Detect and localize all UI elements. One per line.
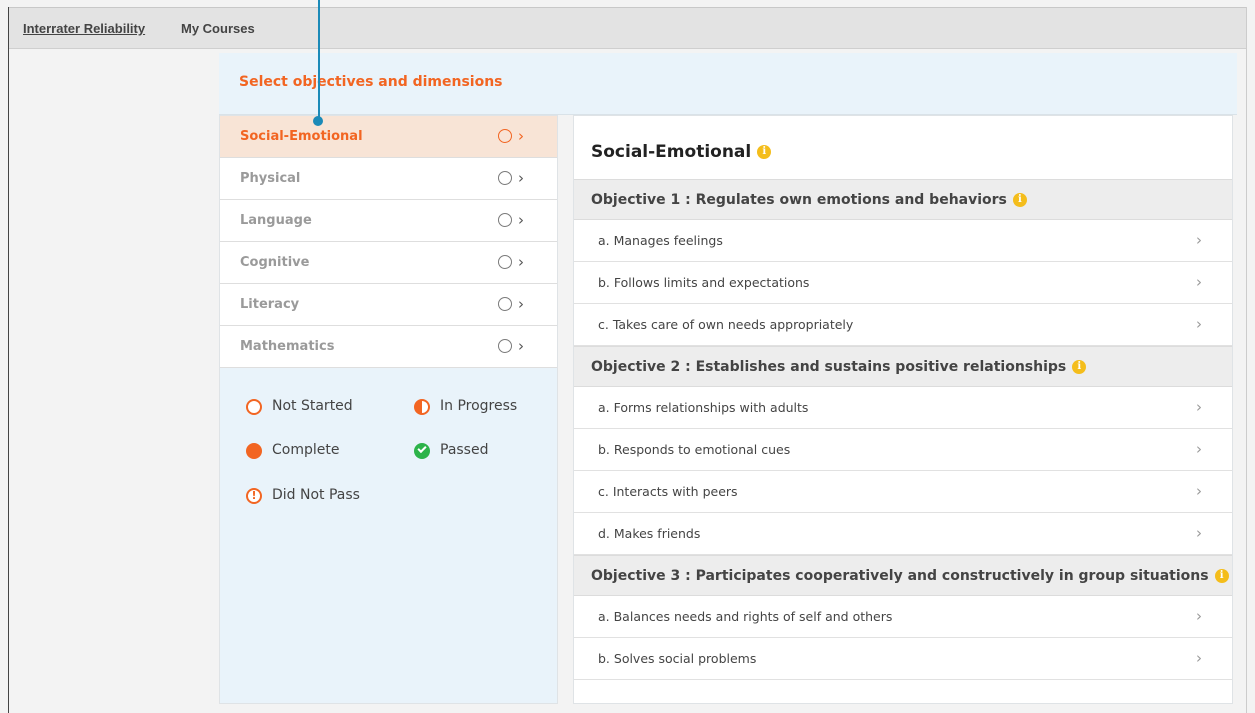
dimension-label: a. Manages feelings bbox=[598, 233, 723, 248]
check-circle-icon bbox=[414, 443, 430, 459]
chevron-right-icon: › bbox=[1196, 315, 1202, 333]
chevron-right-icon: › bbox=[1196, 273, 1202, 291]
dimension-label: a. Balances needs and rights of self and… bbox=[598, 609, 893, 624]
domain-label: Physical bbox=[240, 171, 301, 186]
domain-label: Literacy bbox=[240, 297, 300, 312]
legend-label: Did Not Pass bbox=[272, 487, 360, 503]
dimension-row[interactable]: b. Responds to emotional cues › bbox=[574, 429, 1232, 471]
domain-item-literacy[interactable]: Literacy › bbox=[220, 284, 557, 326]
domain-item-physical[interactable]: Physical › bbox=[220, 158, 557, 200]
chevron-right-icon: › bbox=[518, 337, 524, 355]
callout-pointer-line bbox=[318, 0, 320, 120]
info-icon[interactable] bbox=[1072, 360, 1087, 374]
chevron-right-icon: › bbox=[518, 211, 524, 229]
panel-title-text: Social-Emotional bbox=[591, 142, 752, 162]
objective-header-2: Objective 2 : Establishes and sustains p… bbox=[574, 346, 1232, 387]
legend-label: In Progress bbox=[440, 398, 518, 414]
dimension-label: b. Solves social problems bbox=[598, 651, 757, 666]
circle-outline-icon bbox=[498, 171, 512, 185]
circle-outline-icon bbox=[498, 129, 512, 143]
chevron-right-icon: › bbox=[1196, 231, 1202, 249]
chevron-right-icon: › bbox=[518, 253, 524, 271]
objective-title: Objective 3 : Participates cooperatively… bbox=[591, 568, 1229, 584]
dimension-row[interactable]: a. Forms relationships with adults › bbox=[574, 387, 1232, 429]
circle-outline-icon bbox=[498, 255, 512, 269]
domain-item-social-emotional[interactable]: Social-Emotional › bbox=[220, 116, 557, 158]
dimension-row[interactable]: d. Makes friends › bbox=[574, 513, 1232, 555]
objective-title: Objective 2 : Establishes and sustains p… bbox=[591, 359, 1087, 375]
info-icon[interactable] bbox=[1012, 193, 1027, 207]
info-icon[interactable] bbox=[1214, 569, 1229, 583]
legend-label: Not Started bbox=[272, 398, 353, 414]
legend-label: Passed bbox=[440, 442, 489, 458]
objective-header-1: Objective 1 : Regulates own emotions and… bbox=[574, 179, 1232, 220]
dimension-row[interactable]: c. Interacts with peers › bbox=[574, 471, 1232, 513]
objective-title: Objective 1 : Regulates own emotions and… bbox=[591, 192, 1027, 208]
complete-icon bbox=[246, 443, 262, 459]
chevron-right-icon: › bbox=[1196, 649, 1202, 667]
nav-link-my-courses[interactable]: My Courses bbox=[181, 21, 255, 36]
domain-label: Cognitive bbox=[240, 255, 310, 270]
callout-pointer-dot bbox=[313, 116, 323, 126]
panel-title: Social-Emotional bbox=[591, 142, 772, 162]
dimension-label: c. Takes care of own needs appropriately bbox=[598, 317, 854, 332]
window-border-right bbox=[1246, 7, 1247, 713]
chevron-right-icon: › bbox=[518, 169, 524, 187]
in-progress-icon bbox=[414, 399, 430, 415]
chevron-right-icon: › bbox=[1196, 524, 1202, 542]
alert-circle-icon bbox=[246, 488, 262, 504]
window-border-left bbox=[8, 7, 9, 713]
dimension-row[interactable]: b. Solves social problems › bbox=[574, 638, 1232, 680]
not-started-icon bbox=[246, 399, 262, 415]
dimension-label: c. Interacts with peers bbox=[598, 484, 738, 499]
dimension-row[interactable]: c. Takes care of own needs appropriately… bbox=[574, 304, 1232, 346]
domain-item-mathematics[interactable]: Mathematics › bbox=[220, 326, 557, 368]
chevron-right-icon: › bbox=[1196, 398, 1202, 416]
dimension-row[interactable]: a. Balances needs and rights of self and… bbox=[574, 596, 1232, 638]
domain-sidebar: Social-Emotional › Physical › Language ›… bbox=[219, 115, 558, 704]
top-navigation: Interrater Reliability My Courses bbox=[9, 7, 1246, 49]
circle-outline-icon bbox=[498, 297, 512, 311]
circle-outline-icon bbox=[498, 213, 512, 227]
chevron-right-icon: › bbox=[1196, 440, 1202, 458]
objective-header-3: Objective 3 : Participates cooperatively… bbox=[574, 555, 1232, 596]
domain-label: Language bbox=[240, 213, 312, 228]
dimension-label: b. Follows limits and expectations bbox=[598, 275, 810, 290]
info-icon[interactable] bbox=[757, 145, 772, 159]
chevron-right-icon: › bbox=[1196, 482, 1202, 500]
domain-label: Mathematics bbox=[240, 339, 335, 354]
dimension-label: a. Forms relationships with adults bbox=[598, 400, 809, 415]
legend-label: Complete bbox=[272, 442, 340, 458]
dimension-label: d. Makes friends bbox=[598, 526, 701, 541]
objectives-panel: Social-Emotional Objective 1 : Regulates… bbox=[573, 115, 1233, 704]
domain-list: Social-Emotional › Physical › Language ›… bbox=[220, 116, 557, 368]
domain-item-cognitive[interactable]: Cognitive › bbox=[220, 242, 557, 284]
chevron-right-icon: › bbox=[518, 295, 524, 313]
domain-item-language[interactable]: Language › bbox=[220, 200, 557, 242]
selection-header: Select objectives and dimensions bbox=[219, 53, 1237, 115]
dimension-row[interactable]: a. Manages feelings › bbox=[574, 220, 1232, 262]
circle-outline-icon bbox=[498, 339, 512, 353]
dimension-row[interactable]: b. Follows limits and expectations › bbox=[574, 262, 1232, 304]
page-title: Select objectives and dimensions bbox=[239, 74, 503, 90]
nav-link-interrater-reliability[interactable]: Interrater Reliability bbox=[23, 21, 145, 36]
objective-list: Objective 1 : Regulates own emotions and… bbox=[574, 179, 1232, 680]
domain-label: Social-Emotional bbox=[240, 129, 363, 144]
chevron-right-icon: › bbox=[1196, 607, 1202, 625]
dimension-label: b. Responds to emotional cues bbox=[598, 442, 791, 457]
chevron-right-icon: › bbox=[518, 127, 524, 145]
